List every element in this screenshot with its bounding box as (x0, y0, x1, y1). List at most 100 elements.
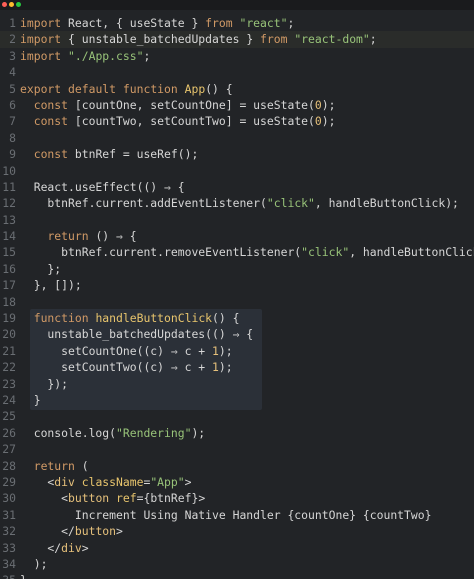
code-token: ( (74, 458, 89, 473)
code-line[interactable]: 2 import { unstable_batchedUpdates } from… (0, 31, 474, 47)
code-line[interactable]: 34 ); (0, 556, 474, 572)
code-line[interactable]: 21 setCountOne((c) ⇒ c + 1); (0, 343, 474, 359)
line-text: import "./App.css"; (20, 48, 150, 64)
code-line[interactable]: 24 } (0, 392, 474, 408)
code-token: div (54, 474, 75, 489)
code-token: ; (369, 32, 377, 47)
code-line[interactable]: 29 <div className="App"> (0, 474, 474, 490)
code-line[interactable]: 17 }, []); (0, 277, 474, 293)
code-line[interactable]: 16 }; (0, 261, 474, 277)
line-number: 16 (2, 261, 16, 276)
code-token: ); (218, 360, 233, 375)
line-text: setCountTwo((c) ⇒ c + 1); (20, 359, 233, 375)
code-token: "react" (239, 16, 288, 30)
code-token: default (68, 81, 117, 96)
code-token: > (116, 524, 123, 539)
line-number: 9 (9, 147, 16, 162)
code-line[interactable]: 20 unstable_batchedUpdates(() ⇒ { (0, 326, 474, 342)
code-token: import (20, 16, 62, 30)
line-number: 10 (2, 163, 16, 178)
code-line[interactable]: 14 return () ⇒ { (0, 228, 474, 244)
line-number: 13 (2, 212, 16, 227)
line-text: const btnRef = useRef(); (20, 146, 199, 162)
code-line[interactable]: 12 btnRef.current.addEventListener("clic… (0, 195, 474, 211)
code-token: setCountOne((c) ⇒ c + (20, 343, 213, 358)
code-token: 1 (212, 343, 219, 358)
code-line[interactable]: 31 Increment Using Native Handler {count… (0, 507, 474, 523)
code-line[interactable]: 11 React.useEffect(() ⇒ { (0, 179, 474, 195)
code-line[interactable]: 3 import "./App.css"; (0, 48, 474, 64)
code-line[interactable]: 13 (0, 212, 474, 228)
line-number: 23 (2, 376, 16, 391)
line-text: console.log("Rendering"); (20, 425, 205, 441)
line-text: } (20, 392, 41, 408)
close-icon[interactable] (2, 2, 7, 7)
code-token: className (81, 474, 144, 489)
line-number: 25 (2, 409, 16, 424)
line-number: 31 (2, 507, 16, 522)
line-number: 15 (2, 245, 16, 260)
line-number: 12 (2, 196, 16, 211)
line-number: 26 (2, 425, 16, 440)
line-text: } (20, 572, 27, 579)
line-number: 3 (9, 48, 16, 63)
code-token: ={btnRef}> (136, 491, 206, 506)
line-text: btnRef.current.removeEventListener("clic… (20, 244, 474, 260)
code-token: } (20, 573, 27, 579)
line-text: const [countTwo, setCountTwo] = useState… (20, 113, 336, 129)
code-line[interactable]: 32 </button> (0, 523, 474, 539)
line-number: 18 (2, 294, 16, 309)
code-token: ); (321, 97, 336, 112)
line-text: import React, { useState } from "react"; (20, 15, 294, 31)
code-line[interactable]: 33 </div> (0, 540, 474, 556)
code-token: "App" (150, 474, 185, 489)
code-line[interactable]: 18 (0, 294, 474, 310)
code-line[interactable]: 25 (0, 408, 474, 424)
code-line[interactable]: 1 import React, { useState } from "react"… (0, 15, 474, 31)
line-text: function handleButtonClick() { (20, 310, 240, 326)
code-line[interactable]: 9 const btnRef = useRef(); (0, 146, 474, 162)
line-text: </button> (20, 523, 123, 539)
code-token: () { (212, 311, 240, 326)
code-line[interactable]: 8 (0, 130, 474, 146)
code-token: ); (20, 556, 48, 571)
code-token: handleButtonClick (95, 311, 213, 326)
code-line[interactable]: 27 (0, 441, 474, 457)
code-token: "react-dom" (294, 32, 370, 47)
code-line[interactable]: 15 btnRef.current.removeEventListener("c… (0, 244, 474, 260)
code-line[interactable]: 10 (0, 163, 474, 179)
code-line[interactable]: 26 console.log("Rendering"); (0, 425, 474, 441)
code-line[interactable]: 6 const [countOne, setCountOne] = useSta… (0, 97, 474, 113)
line-number: 24 (2, 392, 16, 407)
code-line[interactable]: 19 function handleButtonClick() { (0, 310, 474, 326)
code-line[interactable]: 30 <button ref={btnRef}> (0, 490, 474, 506)
code-line[interactable]: 7 const [countTwo, setCountTwo] = useSta… (0, 113, 474, 129)
code-line[interactable]: 23 }); (0, 376, 474, 392)
line-number: 6 (9, 97, 16, 112)
code-token: ; (143, 48, 151, 63)
code-line[interactable]: 22 setCountTwo((c) ⇒ c + 1); (0, 359, 474, 375)
code-window: 1 import React, { useState } from "react"… (0, 0, 474, 579)
code-line[interactable]: 28 return ( (0, 458, 474, 474)
code-token: return (33, 458, 75, 473)
line-number: 33 (2, 540, 16, 555)
minimize-icon[interactable] (9, 2, 14, 7)
code-line[interactable]: 35} (0, 572, 474, 579)
code-token: import (20, 48, 62, 63)
line-text: ); (20, 556, 48, 572)
code-line[interactable]: 5 export default function App() { (0, 81, 474, 97)
code-line[interactable]: 4 (0, 64, 474, 80)
zoom-icon[interactable] (16, 2, 21, 7)
line-number: 29 (2, 474, 16, 489)
code-token: return (47, 229, 89, 244)
code-token: }); (20, 376, 69, 391)
code-editor[interactable]: 1 import React, { useState } from "react"… (0, 12, 474, 579)
